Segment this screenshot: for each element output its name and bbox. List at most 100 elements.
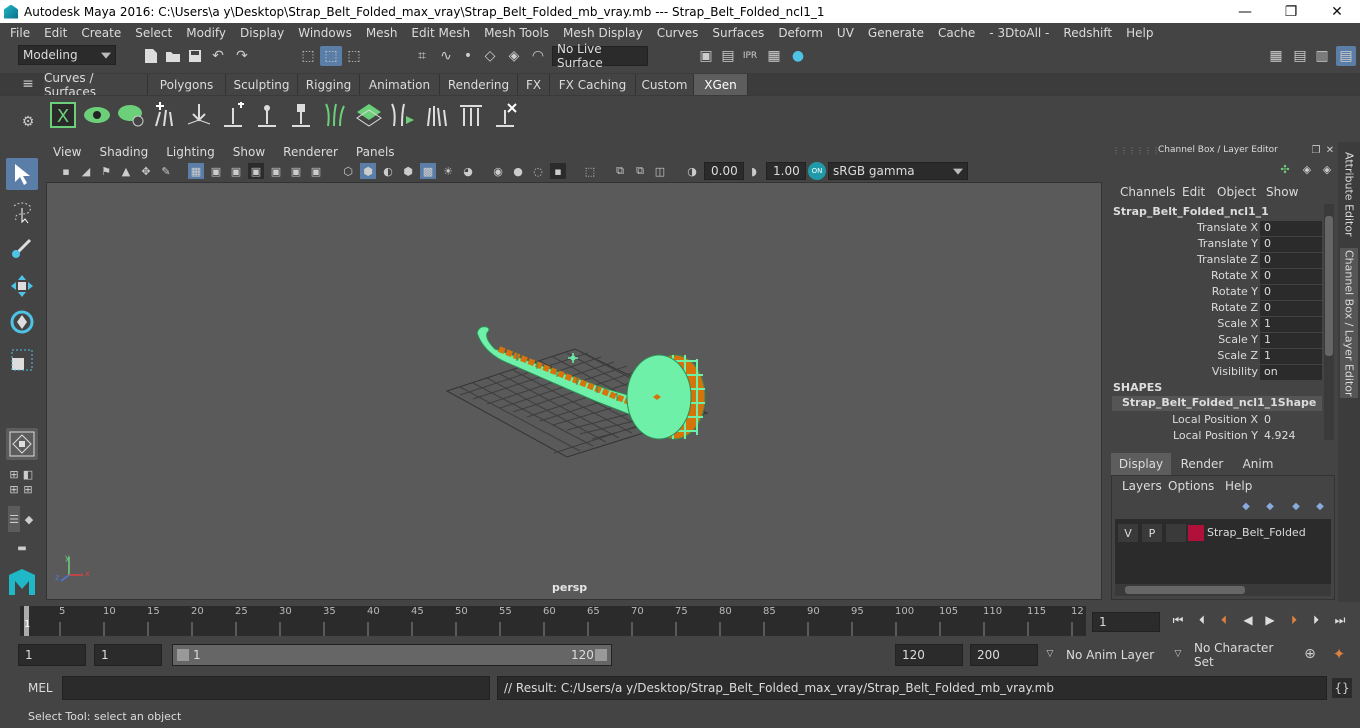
snap-view-icon[interactable]: ◇ [480,47,500,65]
panel-menu-panels[interactable]: Panels [347,145,404,159]
panel-menu-show[interactable]: Show [224,145,274,159]
menu-display[interactable]: Display [233,26,291,40]
screen-space-ao-icon[interactable]: ◕ [460,163,476,179]
hypershade-layout-icon[interactable]: ⊞ [22,483,34,496]
perspective-viewport[interactable]: y x z persp [46,182,1102,600]
attr-value[interactable]: 0 [1260,413,1322,428]
menu-redshift[interactable]: Redshift [1056,26,1119,40]
backface-culling-icon[interactable]: ◫ [652,163,668,179]
panel-menu-view[interactable]: View [44,145,90,159]
attr-scale-z[interactable]: Scale Z1 [1106,349,1338,365]
smooth-shade-icon[interactable]: ⬢ [360,163,376,179]
attr-value[interactable]: 1 [1260,317,1322,332]
attr-visibility[interactable]: Visibility on [1106,365,1338,381]
xgen-clear-preview-icon[interactable] [116,99,146,131]
close-button[interactable]: ✕ [1314,0,1360,23]
layer-visibility-toggle[interactable]: V [1118,524,1138,542]
step-back-key-icon[interactable]: ⏴ [1214,611,1234,629]
channel-box-toggle-icon[interactable]: ▤ [1336,46,1356,66]
menu-3dtoall[interactable]: - 3DtoAll - [982,26,1056,40]
script-language-toggle[interactable]: MEL [28,681,53,695]
shelf-tab-animation[interactable]: Animation [360,74,440,95]
hypershade-icon[interactable]: ● [788,47,808,65]
film-gate-icon[interactable]: ▣ [208,163,224,179]
render-frame-icon[interactable]: ▣ [696,47,716,65]
menu-mesh-display[interactable]: Mesh Display [556,26,650,40]
xgen-add-guides-icon[interactable] [150,99,180,131]
attr-translate-x[interactable]: Translate X0 [1106,221,1338,237]
attr-value[interactable]: 0 [1260,301,1322,316]
anim-layer-dropdown[interactable]: No Anim Layer [1062,644,1164,666]
menu-windows[interactable]: Windows [291,26,359,40]
xgen-grass-icon[interactable] [320,99,350,131]
channel-box-scrollbar[interactable] [1324,204,1334,440]
workspace-icon[interactable]: ▦ [1266,46,1286,66]
ipr-render-icon[interactable]: IPR [740,47,760,65]
render-sequence-icon[interactable]: ▤ [718,47,738,65]
paint-select-tool-icon[interactable] [6,232,38,264]
animation-start-field[interactable]: 1 [18,644,86,666]
grid-toggle-icon[interactable]: ▦ [188,163,204,179]
attr-value[interactable]: 0 [1260,285,1322,300]
menu-cache[interactable]: Cache [931,26,982,40]
persp-graph-layout-icon[interactable]: ⊞ [8,483,20,496]
open-scene-icon[interactable] [164,47,182,65]
xray-icon[interactable]: ⬚ [582,163,598,179]
xgen-lock-guides-icon[interactable] [286,99,316,131]
attr-local-position-x[interactable]: Local Position X0 [1106,413,1338,429]
attr-translate-y[interactable]: Translate Y0 [1106,237,1338,253]
menu-select[interactable]: Select [128,26,179,40]
xgen-add-descriptions-icon[interactable] [218,99,248,131]
undo-icon[interactable]: ↶ [208,47,228,65]
attr-value[interactable]: 0 [1260,237,1322,252]
shelf-tab-custom[interactable]: Custom [636,74,694,95]
play-forwards-icon[interactable]: ▶ [1260,611,1280,629]
render-settings-icon[interactable]: ▦ [764,47,784,65]
xray-joints-icon[interactable]: ⧉ [612,163,628,179]
single-perspective-view-icon[interactable] [6,428,38,460]
attr-value[interactable]: 1 [1260,349,1322,364]
shelf-menu-icon[interactable]: ≡ [20,76,36,92]
menu-uv[interactable]: UV [830,26,861,40]
xgen-density-icon[interactable] [354,99,384,131]
cb-menu-channels[interactable]: Channels [1120,185,1176,199]
2d-pan-zoom-icon[interactable]: ✥ [138,163,154,179]
range-slider[interactable]: 1 120 [172,644,612,666]
command-input[interactable] [62,676,490,700]
maximize-button[interactable]: ❐ [1268,0,1314,23]
panel-menu-lighting[interactable]: Lighting [157,145,224,159]
cb-menu-show[interactable]: Show [1266,185,1298,199]
cb-menu-object[interactable]: Object [1217,185,1256,199]
exposure-icon[interactable]: ◑ [684,163,700,179]
menu-mesh[interactable]: Mesh [359,26,405,40]
textured-icon[interactable]: ⬢ [400,163,416,179]
cb-menu-edit[interactable]: Edit [1182,185,1205,199]
attr-value[interactable]: 1 [1260,333,1322,348]
shelf-tab-xgen[interactable]: XGen [694,74,748,95]
new-layer-from-selection-icon[interactable]: ◆ [1312,499,1328,513]
step-back-frame-icon[interactable]: ⏴ [1192,611,1212,629]
mode-selector[interactable]: Modeling [18,45,116,65]
snap-grid-icon[interactable]: ⌗ [412,47,432,65]
safe-title-icon[interactable]: ▣ [308,163,324,179]
gate-mask-icon[interactable]: ▣ [248,163,264,179]
range-start-handle[interactable] [177,649,189,661]
grease-pencil-icon[interactable]: ✎ [158,163,174,179]
menu-create[interactable]: Create [74,26,128,40]
manipulator-axis-icon[interactable]: ✣ [1278,162,1292,176]
attr-value[interactable]: 4.924 [1260,429,1322,444]
move-layer-down-icon[interactable]: ◆ [1262,499,1278,513]
current-frame-field[interactable]: 1 [1092,612,1160,632]
go-to-end-icon[interactable]: ⏭ [1330,611,1350,629]
shape-name-row[interactable]: Strap_Belt_Folded_ncl1_1Shape [1112,396,1322,411]
timeline-layout-icon[interactable]: ◆ [22,506,36,532]
go-to-start-icon[interactable]: ⏮ [1168,611,1188,629]
select-hierarchy-icon[interactable]: ⬚ [298,47,318,65]
persp-outliner-layout-icon[interactable]: ◧ [22,468,34,481]
step-forward-frame-icon[interactable]: ⏵ [1306,611,1326,629]
snap-curve-icon[interactable]: ∿ [436,47,456,65]
lasso-tool-icon[interactable] [6,196,38,228]
wireframe-on-shaded-icon[interactable]: ◐ [380,163,396,179]
time-slider[interactable]: 1 5 10 15 20 25 30 35 40 45 50 55 60 65 … [0,602,1360,638]
modeling-toolkit-icon[interactable]: ▤ [1290,46,1310,66]
